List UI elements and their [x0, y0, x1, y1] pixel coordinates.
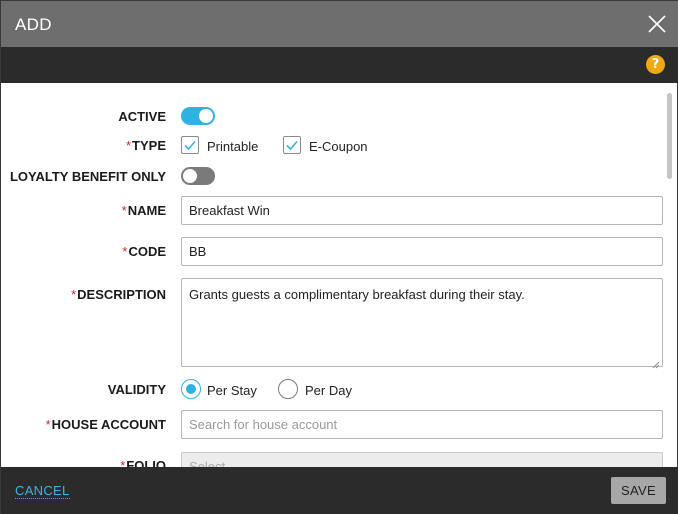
dialog-footer: CANCEL SAVE [1, 467, 678, 514]
active-row: ACTIVE [1, 107, 678, 127]
toggle-knob [183, 169, 197, 183]
ecoupon-label: E-Coupon [309, 139, 368, 154]
house-account-label-text: HOUSE ACCOUNT [51, 417, 166, 432]
printable-checkbox[interactable] [181, 136, 199, 154]
active-toggle[interactable] [181, 107, 215, 125]
scrollbar-thumb[interactable] [667, 93, 672, 179]
description-label: *DESCRIPTION [71, 287, 166, 302]
name-label-text: NAME [127, 203, 166, 218]
active-label: ACTIVE [118, 109, 166, 124]
required-marker: * [71, 287, 77, 302]
toggle-knob [199, 109, 213, 123]
required-marker: * [120, 458, 126, 467]
required-marker: * [121, 203, 127, 218]
per-day-label: Per Day [305, 383, 352, 398]
name-label: *NAME [122, 203, 166, 218]
description-label-text: DESCRIPTION [77, 287, 166, 302]
per-stay-radio[interactable] [181, 379, 201, 399]
code-label: *CODE [122, 244, 166, 259]
required-marker: * [45, 417, 51, 432]
validity-label: VALIDITY [107, 382, 166, 397]
loyalty-row: LOYALTY BENEFIT ONLY [1, 167, 678, 187]
folio-row: *FOLIO Select [1, 452, 678, 467]
required-marker: * [125, 138, 132, 153]
folio-label: *FOLIO [120, 458, 166, 467]
name-input[interactable] [181, 196, 663, 225]
dialog-toolbar: ? [1, 47, 678, 83]
house-account-row: *HOUSE ACCOUNT [1, 410, 678, 439]
loyalty-label: LOYALTY BENEFIT ONLY [9, 169, 166, 184]
loyalty-toggle[interactable] [181, 167, 215, 185]
add-dialog: ADD ? ACTIVE *TYPE Printable E-Coupon LO… [0, 0, 678, 514]
dialog-header: ADD [1, 1, 678, 47]
close-icon[interactable] [645, 12, 669, 36]
code-row: *CODE [1, 237, 678, 266]
type-row: *TYPE Printable E-Coupon [1, 136, 678, 156]
checkmark-icon [286, 140, 298, 151]
code-label-text: CODE [128, 244, 166, 259]
description-textarea[interactable]: Grants guests a complimentary breakfast … [181, 278, 663, 367]
cancel-button[interactable]: CANCEL [15, 483, 70, 499]
per-day-radio[interactable] [278, 379, 298, 399]
house-account-search-input[interactable] [181, 410, 663, 439]
form-content: ACTIVE *TYPE Printable E-Coupon LOYALTY … [1, 83, 678, 467]
code-input[interactable] [181, 237, 663, 266]
folio-select[interactable]: Select [181, 452, 663, 467]
description-row: *DESCRIPTION Grants guests a complimenta… [1, 278, 678, 369]
checkmark-icon [184, 140, 196, 151]
help-icon[interactable]: ? [646, 55, 665, 74]
required-marker: * [122, 244, 128, 259]
type-label: *TYPE [126, 138, 166, 153]
ecoupon-checkbox[interactable] [283, 136, 301, 154]
folio-label-text: FOLIO [126, 458, 166, 467]
resize-grip-icon[interactable] [652, 356, 660, 369]
validity-row: VALIDITY Per Stay Per Day [1, 379, 678, 401]
dialog-title: ADD [15, 15, 52, 34]
type-label-text: TYPE [132, 138, 166, 153]
per-stay-label: Per Stay [207, 383, 257, 398]
name-row: *NAME [1, 196, 678, 225]
house-account-label: *HOUSE ACCOUNT [46, 417, 166, 432]
printable-label: Printable [207, 139, 259, 154]
save-button[interactable]: SAVE [611, 477, 666, 504]
